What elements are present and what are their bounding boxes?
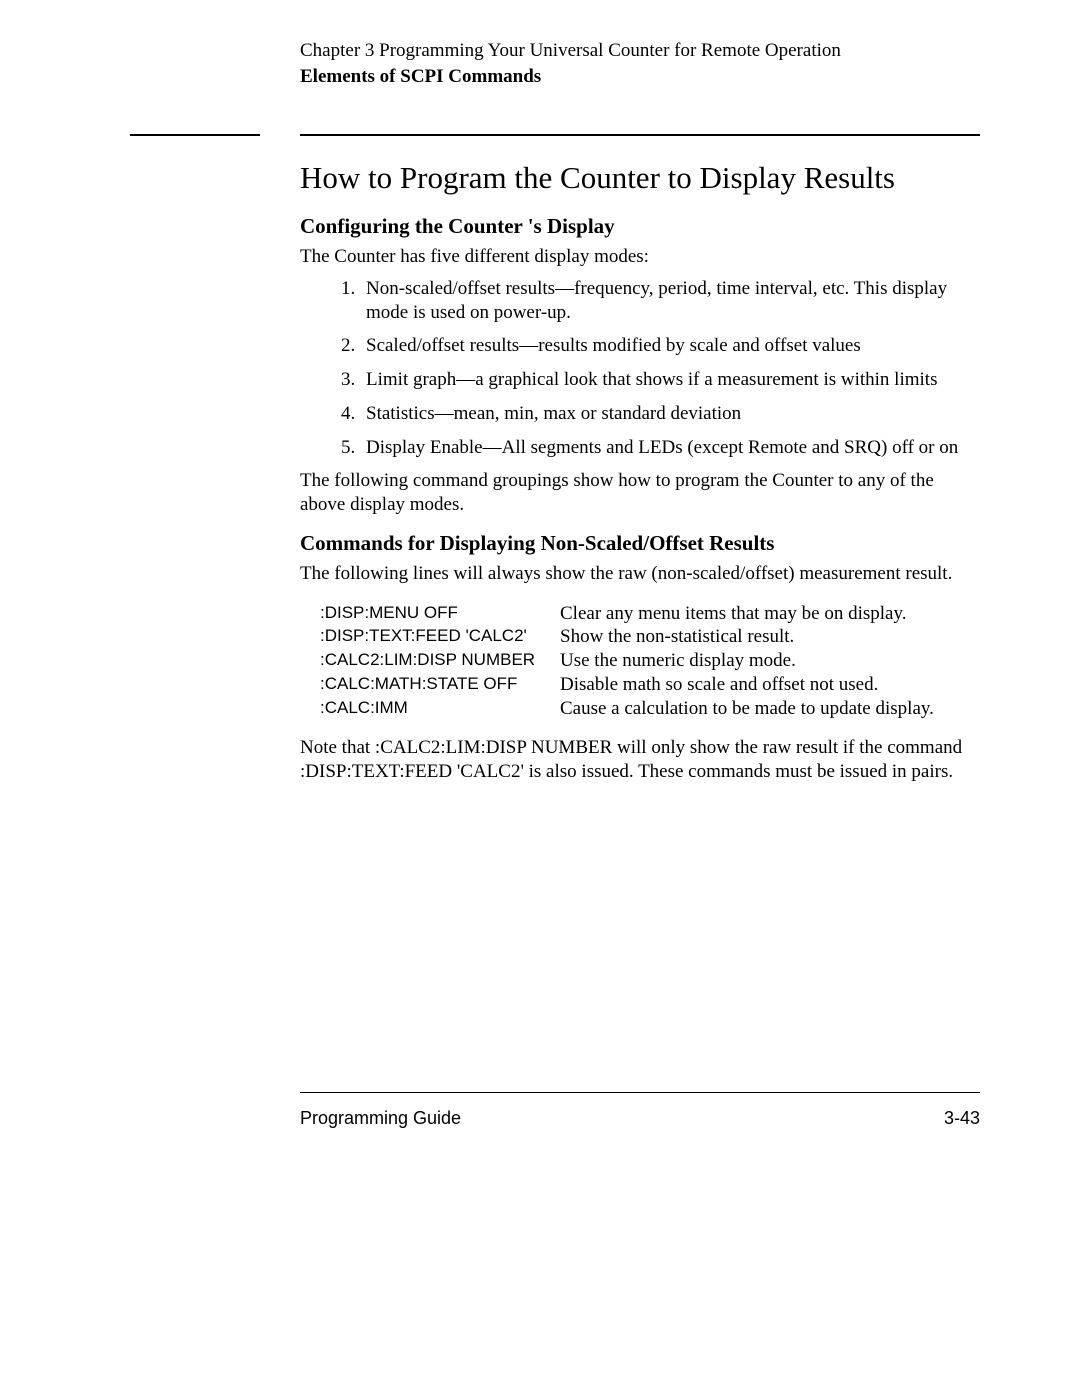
description-cell: Cause a calculation to be made to update… — [560, 697, 1000, 721]
page: Chapter 3 Programming Your Universal Cou… — [0, 0, 1080, 1397]
modes-list: Non-scaled/offset results—frequency, per… — [300, 277, 980, 460]
mode-item: Scaled/offset results—results modified b… — [360, 334, 980, 358]
table-row: :CALC:MATH:STATE OFF Disable math so sca… — [320, 673, 1000, 697]
command-cell: :DISP:MENU OFF — [320, 602, 560, 626]
footer-rule — [300, 1092, 980, 1093]
intro-modes: The Counter has five different display m… — [300, 245, 980, 269]
left-rule — [130, 134, 260, 136]
mode-item: Non-scaled/offset results—frequency, per… — [360, 277, 980, 325]
table-row: :CALC:IMM Cause a calculation to be made… — [320, 697, 1000, 721]
content: How to Program the Counter to Display Re… — [300, 160, 980, 784]
mode-item: Display Enable—All segments and LEDs (ex… — [360, 436, 980, 460]
para-after-list: The following command groupings show how… — [300, 469, 980, 517]
command-cell: :CALC2:LIM:DISP NUMBER — [320, 649, 560, 673]
description-cell: Clear any menu items that may be on disp… — [560, 602, 1000, 626]
table-row: :CALC2:LIM:DISP NUMBER Use the numeric d… — [320, 649, 1000, 673]
note-paragraph: Note that :CALC2:LIM:DISP NUMBER will on… — [300, 736, 980, 784]
page-title: How to Program the Counter to Display Re… — [300, 160, 980, 196]
description-cell: Disable math so scale and offset not use… — [560, 673, 1000, 697]
intro-commands: The following lines will always show the… — [300, 562, 980, 586]
command-cell: :CALC:IMM — [320, 697, 560, 721]
command-cell: :CALC:MATH:STATE OFF — [320, 673, 560, 697]
top-rule — [300, 134, 980, 136]
section-line: Elements of SCPI Commands — [300, 66, 980, 88]
table-row: :DISP:MENU OFF Clear any menu items that… — [320, 602, 1000, 626]
subhead-configuring: Configuring the Counter 's Display — [300, 214, 980, 239]
page-header: Chapter 3 Programming Your Universal Cou… — [300, 40, 980, 138]
command-cell: :DISP:TEXT:FEED 'CALC2' — [320, 625, 560, 649]
footer: Programming Guide 3-43 — [300, 1108, 980, 1129]
mode-item: Limit graph—a graphical look that shows … — [360, 368, 980, 392]
chapter-line: Chapter 3 Programming Your Universal Cou… — [300, 40, 980, 62]
command-table: :DISP:MENU OFF Clear any menu items that… — [320, 602, 1000, 721]
description-cell: Use the numeric display mode. — [560, 649, 1000, 673]
mode-item: Statistics—mean, min, max or standard de… — [360, 402, 980, 426]
subhead-commands: Commands for Displaying Non-Scaled/Offse… — [300, 531, 980, 556]
description-cell: Show the non-statistical result. — [560, 625, 1000, 649]
table-row: :DISP:TEXT:FEED 'CALC2' Show the non-sta… — [320, 625, 1000, 649]
footer-left: Programming Guide — [300, 1108, 461, 1129]
footer-right: 3-43 — [944, 1108, 980, 1129]
